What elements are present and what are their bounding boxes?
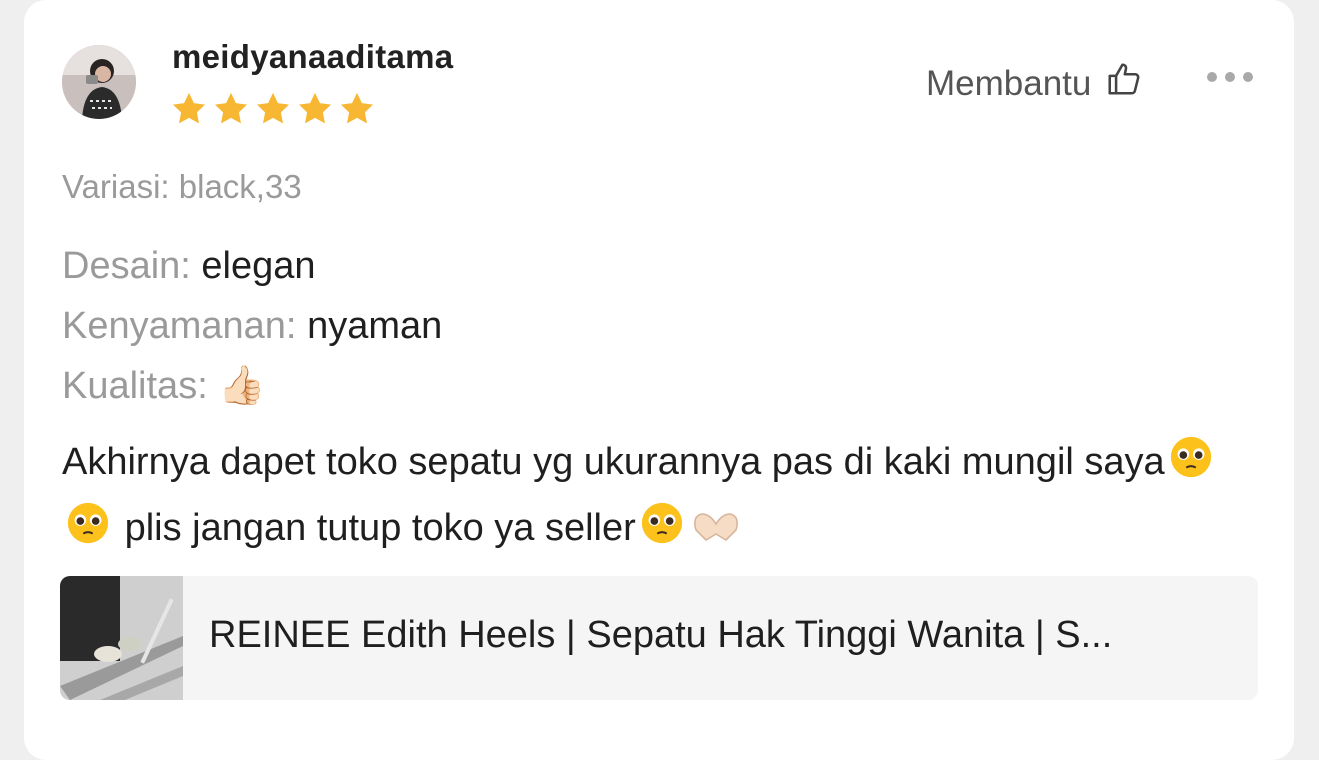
- attribute-key: Kenyamanan:: [62, 305, 297, 347]
- star-icon: [212, 90, 250, 128]
- attribute-design: Desain: elegan: [62, 243, 316, 289]
- thumbs-up-emoji: 👍🏻: [218, 365, 266, 407]
- comment-text-1: Akhirnya dapet toko sepatu yg ukurannya …: [62, 441, 1165, 483]
- thumbs-up-outline-icon: [1105, 60, 1143, 107]
- product-name: REINEE Edith Heels | Sepatu Hak Tinggi W…: [209, 614, 1113, 656]
- product-thumbnail: [60, 576, 183, 700]
- review-comment: Akhirnya dapet toko sepatu yg ukurannya …: [62, 432, 1272, 564]
- attribute-value: nyaman: [307, 305, 443, 347]
- helpful-button[interactable]: Membantu: [926, 60, 1143, 107]
- more-horizontal-icon: [1207, 72, 1217, 82]
- pleading-face-emoji: [1165, 434, 1217, 498]
- helpful-label: Membantu: [926, 63, 1092, 103]
- attribute-comfort: Kenyamanan: nyaman: [62, 303, 442, 349]
- product-link[interactable]: REINEE Edith Heels | Sepatu Hak Tinggi W…: [60, 576, 1258, 700]
- heart-hands-emoji: [688, 504, 744, 564]
- username[interactable]: meidyanaaditama: [172, 38, 453, 76]
- more-dot: [1225, 72, 1235, 82]
- more-dot: [1243, 72, 1253, 82]
- star-icon: [254, 90, 292, 128]
- attribute-quality: Kualitas: 👍🏻: [62, 363, 266, 409]
- variation-label: Variasi: black,33: [62, 168, 302, 205]
- review-card: meidyanaaditama Membantu Variasi: black,…: [24, 0, 1294, 760]
- comment-text-2: plis jangan tutup toko ya seller: [124, 507, 636, 549]
- star-rating: [170, 90, 376, 128]
- attribute-key: Desain:: [62, 245, 191, 287]
- pleading-face-emoji: [636, 500, 688, 564]
- avatar[interactable]: [62, 45, 136, 119]
- pleading-face-emoji: [62, 500, 114, 564]
- attribute-key: Kualitas:: [62, 365, 208, 407]
- star-icon: [296, 90, 334, 128]
- star-icon: [338, 90, 376, 128]
- more-options-button[interactable]: [1207, 72, 1253, 82]
- attribute-value: elegan: [201, 245, 316, 287]
- star-icon: [170, 90, 208, 128]
